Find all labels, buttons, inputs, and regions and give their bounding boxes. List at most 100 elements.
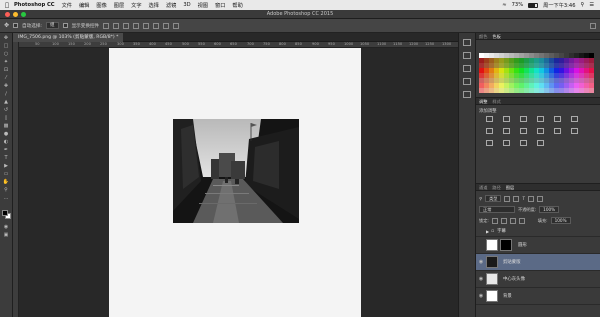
brightness-contrast-icon[interactable] [486,116,493,122]
channel-mixer-icon[interactable] [537,128,544,134]
battery-icon[interactable] [528,2,539,8]
menu-window[interactable]: 窗口 [215,2,225,9]
blur-tool-icon[interactable]: ● [3,132,10,137]
align-bottom-icon[interactable] [123,22,130,29]
opacity-input[interactable]: 100% [539,206,560,213]
filter-type-icon[interactable]: T [522,196,525,201]
fill-input[interactable]: 100% [550,217,571,224]
quick-mask-icon[interactable]: ◉ [3,225,10,230]
exposure-icon[interactable] [537,116,544,122]
3d-mode-icon[interactable] [173,22,180,29]
vibrance-icon[interactable] [554,116,561,122]
character-panel-icon[interactable] [463,65,471,72]
levels-icon[interactable] [503,116,510,122]
screen-mode-icon[interactable]: ▣ [3,233,10,238]
threshold-icon[interactable] [503,140,510,146]
layer-row-avatar[interactable]: ◉ 中心灰头像 [476,271,600,288]
brush-tool-icon[interactable]: ∕ [3,92,10,97]
healing-tool-icon[interactable]: ✚ [3,84,10,89]
properties-panel-icon[interactable] [463,52,471,59]
menu-view[interactable]: 视图 [198,2,208,9]
dodge-tool-icon[interactable]: ◐ [3,140,10,145]
clock[interactable]: 周一下午3:46 [543,2,575,9]
type-tool-icon[interactable]: T [3,156,10,161]
color-swatch[interactable] [589,88,594,93]
align-top-icon[interactable] [103,22,110,29]
quick-select-tool-icon[interactable]: ✦ [3,60,10,65]
align-left-icon[interactable] [133,22,140,29]
align-right-icon[interactable] [153,22,160,29]
menu-3d[interactable]: 3D [183,2,190,8]
visibility-toggle[interactable]: ◉ [476,276,486,282]
path-select-tool-icon[interactable]: ▶ [3,164,10,169]
history-panel-icon[interactable] [463,39,471,46]
marquee-tool-icon[interactable]: □ [3,44,10,49]
auto-select-checkbox[interactable] [13,23,19,28]
lasso-tool-icon[interactable]: ○ [3,52,10,57]
paragraph-panel-icon[interactable] [463,78,471,85]
gradient-map-icon[interactable] [520,140,527,146]
visibility-toggle[interactable]: ◉ [476,293,486,299]
color-lookup-icon[interactable] [554,128,561,134]
layer-row-shape[interactable]: 圆形 [476,237,600,254]
hue-saturation-icon[interactable] [571,116,578,122]
layer-row-clipping[interactable]: ◉ 剪贴蒙版 [476,254,600,271]
layer-row-group[interactable]: ▶ ▫ 字幕 [476,226,600,237]
lock-position-icon[interactable] [509,217,516,224]
move-tool-icon[interactable]: ✥ [4,22,9,29]
foreground-color-swatch[interactable] [2,210,8,216]
photo-filter-icon[interactable] [520,128,527,134]
tab-adjustments[interactable]: 调整 [479,98,487,104]
group-expand-icon[interactable]: ▶ [486,229,489,234]
menu-list-icon[interactable]: ☰ [589,2,594,8]
align-middle-icon[interactable] [113,22,120,29]
swatch-grid[interactable] [479,53,597,93]
document-canvas[interactable] [109,48,361,317]
eraser-tool-icon[interactable]: ▯ [3,116,10,121]
search-icon[interactable]: ⚲ [581,2,585,8]
filter-smart-object-icon[interactable] [537,195,544,202]
lock-all-icon[interactable] [518,217,525,224]
tab-layers[interactable]: 图层 [506,184,514,190]
distribute-icon[interactable] [163,22,170,29]
black-white-icon[interactable] [503,128,510,134]
menu-file[interactable]: 文件 [62,2,72,9]
pen-tool-icon[interactable]: ✒ [3,148,10,153]
street-photo-image[interactable] [173,119,299,223]
zoom-tool-icon[interactable]: ⚲ [3,188,10,193]
visibility-toggle[interactable]: ◉ [476,259,486,265]
gradient-tool-icon[interactable]: ▩ [3,124,10,129]
filter-pixel-icon[interactable] [504,195,511,202]
show-transform-checkbox[interactable] [62,23,68,28]
layer-filter-dropdown[interactable]: 类型 [485,195,502,202]
workspace-icon[interactable] [590,22,596,29]
invert-icon[interactable] [571,128,578,134]
tab-channels[interactable]: 通道 [479,184,487,190]
lock-transparent-icon[interactable] [491,217,498,224]
menu-layer[interactable]: 图层 [114,2,124,9]
rectangle-tool-icon[interactable]: ▭ [3,172,10,177]
more-tools-icon[interactable]: … [3,196,10,201]
app-menu[interactable]: Photoshop CC [14,2,55,8]
tab-paths[interactable]: 路径 [492,184,500,190]
tab-styles[interactable]: 样式 [492,98,500,104]
color-balance-icon[interactable] [486,128,493,134]
layer-row-background[interactable]: ◉ 背景 [476,288,600,305]
menu-filter[interactable]: 滤镜 [166,2,176,9]
tab-swatches[interactable]: 色板 [492,33,500,39]
eyedropper-tool-icon[interactable]: ⁄ [3,76,10,81]
lock-pixels-icon[interactable] [500,217,507,224]
wifi-icon[interactable]: ≈ [502,2,506,8]
brush-panel-icon[interactable] [463,91,471,98]
posterize-icon[interactable] [486,140,493,146]
hand-tool-icon[interactable]: ✋ [3,180,10,185]
apple-icon[interactable]:  [0,2,14,9]
filter-adjustment-icon[interactable] [513,195,520,202]
layer-mask-thumbnail[interactable] [500,239,512,251]
document-tab[interactable]: IMG_7506.png @ 103% (剪贴蒙版, RGB/8*) * [13,33,124,42]
clone-stamp-tool-icon[interactable]: ▲ [3,100,10,105]
tab-color[interactable]: 颜色 [479,33,487,39]
auto-select-dropdown[interactable]: 组 [45,22,59,29]
menu-select[interactable]: 选择 [149,2,159,9]
move-tool-icon[interactable]: ✥ [3,36,10,41]
